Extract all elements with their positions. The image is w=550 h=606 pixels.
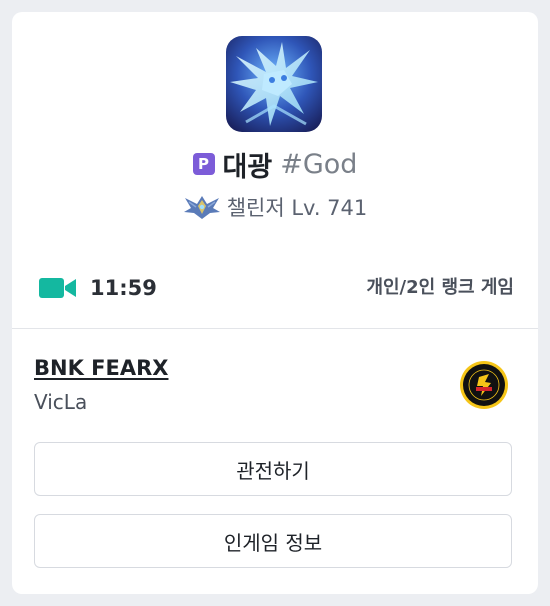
live-player-card: P 대광 #God 챌린저 Lv. 741 11:59 개인/2인 랭크 게임 … <box>12 12 538 594</box>
game-elapsed-time: 11:59 <box>90 276 157 300</box>
spectate-button[interactable]: 관전하기 <box>34 442 512 496</box>
queue-type: 개인/2인 랭크 게임 <box>366 277 514 298</box>
pro-team-link[interactable]: BNK FEARX <box>34 356 168 380</box>
challenger-emblem-icon <box>183 194 221 220</box>
section-divider <box>12 328 538 329</box>
player-name: 대광 <box>222 151 273 183</box>
rank-level-text: 챌린저 Lv. 741 <box>226 196 368 220</box>
video-camera-icon <box>39 278 76 298</box>
platform-badge: P <box>192 153 215 175</box>
player-identity: P 대광 #God <box>12 147 538 183</box>
player-tag: #God <box>280 148 358 180</box>
ingame-info-button[interactable]: 인게임 정보 <box>34 514 512 568</box>
bnk-fearx-logo-icon <box>460 361 508 409</box>
ice-phoenix-champion-icon <box>226 36 322 132</box>
rank-info: 챌린저 Lv. 741 <box>12 192 538 222</box>
pro-player-name: VicLa <box>34 390 88 414</box>
champion-avatar <box>226 36 322 132</box>
live-status: 11:59 개인/2인 랭크 게임 <box>12 270 538 306</box>
